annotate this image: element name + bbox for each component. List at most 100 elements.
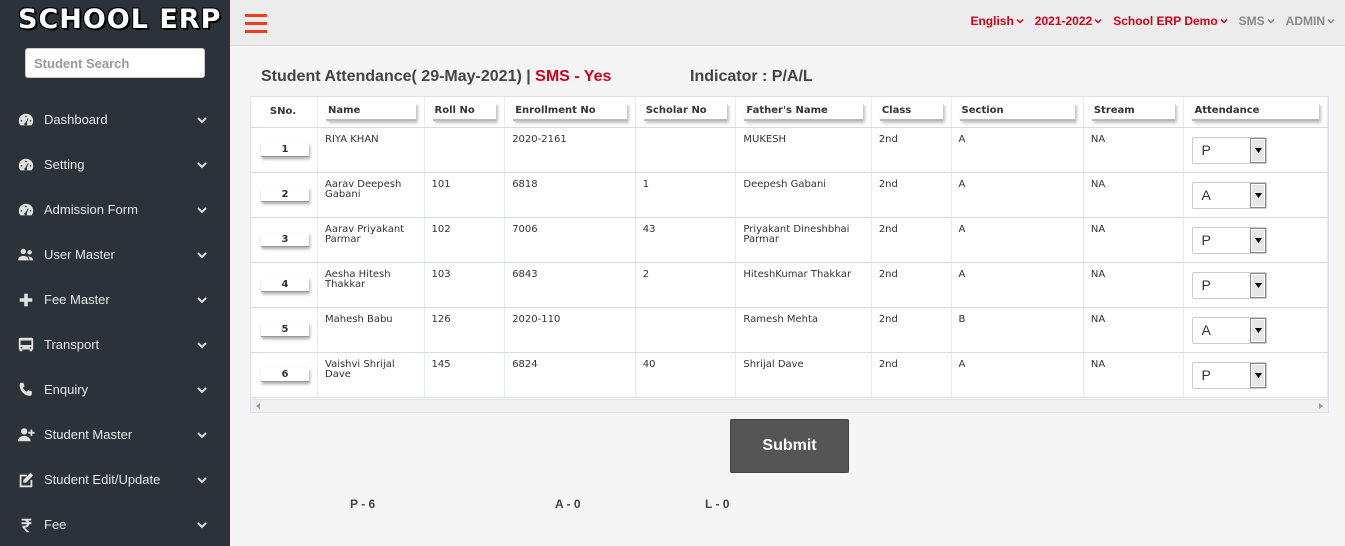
roll-cell: 145 bbox=[424, 352, 506, 398]
roll-cell: 103 bbox=[424, 262, 506, 308]
sidebar-item-dashboard[interactable]: Dashboard bbox=[0, 97, 230, 142]
sidebar-item-setting[interactable]: Setting bbox=[0, 142, 230, 187]
dropdown-arrow-icon[interactable] bbox=[1250, 182, 1267, 208]
row-number: 5 bbox=[261, 322, 309, 337]
roll-cell bbox=[424, 127, 506, 173]
father-cell: Ramesh Mehta bbox=[735, 307, 872, 353]
dashboard-icon bbox=[16, 155, 36, 175]
enroll-cell: 6843 bbox=[504, 262, 636, 308]
table-row: 4 Aesha Hitesh Thakkar 103 6843 2 HiteshKumar… bbox=[251, 262, 1328, 308]
dashboard-icon bbox=[16, 200, 36, 220]
attendance-cell: P bbox=[1183, 217, 1328, 263]
stream-cell: NA bbox=[1083, 217, 1185, 263]
attendance-select[interactable]: P bbox=[1192, 271, 1268, 299]
attendance-select[interactable]: A bbox=[1192, 181, 1268, 209]
column-header: Father's Name bbox=[735, 97, 872, 128]
attendance-value: P bbox=[1201, 367, 1211, 383]
student-search-input[interactable] bbox=[25, 48, 205, 78]
roll-cell: 126 bbox=[424, 307, 506, 353]
sidebar-item-label: Fee Master bbox=[44, 292, 110, 307]
sms-status: SMS - Yes bbox=[535, 68, 612, 85]
bus-icon bbox=[16, 335, 36, 355]
submit-button[interactable]: Submit bbox=[730, 419, 849, 473]
sidebar-item-label: Admission Form bbox=[44, 202, 138, 217]
attendance-select[interactable]: A bbox=[1192, 316, 1268, 344]
column-header-label: Attendance bbox=[1192, 102, 1319, 121]
scholar-cell: 2 bbox=[635, 262, 737, 308]
dropdown-arrow-icon[interactable] bbox=[1250, 137, 1267, 163]
column-header-label: Father's Name bbox=[744, 102, 863, 121]
chevron-down-icon bbox=[196, 474, 208, 486]
session-dropdown[interactable]: 2021-2022 bbox=[1035, 14, 1102, 28]
table-row: 6 Vaishvi Shrijal Dave 145 6824 40 Shrijal Da… bbox=[251, 352, 1328, 398]
language-dropdown[interactable]: English bbox=[970, 14, 1024, 28]
plus-icon bbox=[16, 290, 36, 310]
sno-cell: 3 bbox=[251, 217, 318, 263]
class-cell: 2nd bbox=[871, 307, 952, 353]
roll-cell: 101 bbox=[424, 172, 506, 218]
app-logo[interactable]: SCHOOL ERP bbox=[0, 0, 230, 40]
table-row: 3 Aarav Priyakant Parmar 102 7006 43 Priyakan… bbox=[251, 217, 1328, 263]
chevron-down-icon bbox=[1094, 14, 1102, 28]
school-dropdown[interactable]: School ERP Demo bbox=[1113, 14, 1228, 28]
sidebar-item-user-master[interactable]: User Master bbox=[0, 232, 230, 277]
leave-count: L - 0 bbox=[705, 497, 730, 511]
section-cell: B bbox=[951, 307, 1084, 353]
dropdown-arrow-icon[interactable] bbox=[1250, 272, 1267, 298]
sidebar-item-admission-form[interactable]: Admission Form bbox=[0, 187, 230, 232]
enroll-cell: 6818 bbox=[504, 172, 636, 218]
roll-cell: 102 bbox=[424, 217, 506, 263]
attendance-select[interactable]: P bbox=[1192, 226, 1268, 254]
class-cell: 2nd bbox=[871, 352, 952, 398]
stream-cell: NA bbox=[1083, 127, 1185, 173]
attendance-value: P bbox=[1201, 142, 1211, 158]
column-header: Name bbox=[317, 97, 425, 128]
column-header-label: Section bbox=[959, 102, 1075, 121]
sidebar-item-transport[interactable]: Transport bbox=[0, 322, 230, 367]
column-header-label: Scholar No bbox=[643, 102, 728, 121]
attendance-select[interactable]: P bbox=[1192, 136, 1268, 164]
dropdown-arrow-icon[interactable] bbox=[1250, 227, 1267, 253]
chevron-down-icon bbox=[196, 204, 208, 216]
sidebar-item-fee[interactable]: Fee bbox=[0, 502, 230, 546]
sms-dropdown[interactable]: SMS bbox=[1239, 14, 1275, 28]
stream-cell: NA bbox=[1083, 307, 1185, 353]
sidebar-item-student-master[interactable]: Student Master bbox=[0, 412, 230, 457]
sidebar-item-label: Student Edit/Update bbox=[44, 472, 161, 487]
scroll-right-icon[interactable] bbox=[1319, 403, 1323, 409]
class-cell: 2nd bbox=[871, 262, 952, 308]
dashboard-icon bbox=[16, 110, 36, 130]
sidebar-item-enquiry[interactable]: Enquiry bbox=[0, 367, 230, 412]
sidebar-item-fee-master[interactable]: Fee Master bbox=[0, 277, 230, 322]
rupee-icon bbox=[16, 515, 36, 535]
sno-cell: 6 bbox=[251, 352, 318, 398]
dropdown-arrow-icon[interactable] bbox=[1250, 317, 1267, 343]
sidebar-item-student-edit-update[interactable]: Student Edit/Update bbox=[0, 457, 230, 502]
user-dropdown[interactable]: ADMIN bbox=[1286, 14, 1335, 28]
attendance-title: Student Attendance( 29-May-2021) | bbox=[261, 68, 536, 85]
sidebar-item-label: Fee bbox=[44, 517, 67, 532]
horizontal-scrollbar[interactable] bbox=[251, 399, 1328, 412]
sno-cell: 1 bbox=[251, 127, 318, 173]
chevron-down-icon bbox=[1267, 14, 1275, 28]
sidebar-item-label: Transport bbox=[44, 337, 100, 352]
sidebar-item-label: Student Master bbox=[44, 427, 133, 442]
section-cell: A bbox=[951, 172, 1084, 218]
attendance-cell: P bbox=[1183, 352, 1328, 398]
dropdown-arrow-icon[interactable] bbox=[1250, 362, 1267, 388]
attendance-value: P bbox=[1201, 277, 1211, 293]
scholar-cell: 40 bbox=[635, 352, 737, 398]
attendance-table-container: SNo. Name Roll No Enrollment No Scholar No Fa… bbox=[250, 96, 1329, 413]
attendance-select[interactable]: P bbox=[1192, 361, 1268, 389]
column-header-label: Class bbox=[879, 102, 943, 121]
attendance-table: SNo. Name Roll No Enrollment No Scholar No Fa… bbox=[251, 97, 1328, 398]
attendance-value: A bbox=[1201, 187, 1211, 203]
edit-icon bbox=[16, 470, 36, 490]
sidebar-item-label: Setting bbox=[44, 157, 85, 172]
section-cell: A bbox=[951, 352, 1084, 398]
column-header: SNo. bbox=[251, 97, 318, 128]
scroll-left-icon[interactable] bbox=[256, 403, 260, 409]
chevron-down-icon bbox=[196, 339, 208, 351]
name-cell: Vaishvi Shrijal Dave bbox=[317, 352, 425, 398]
hamburger-menu-icon[interactable] bbox=[245, 14, 267, 33]
